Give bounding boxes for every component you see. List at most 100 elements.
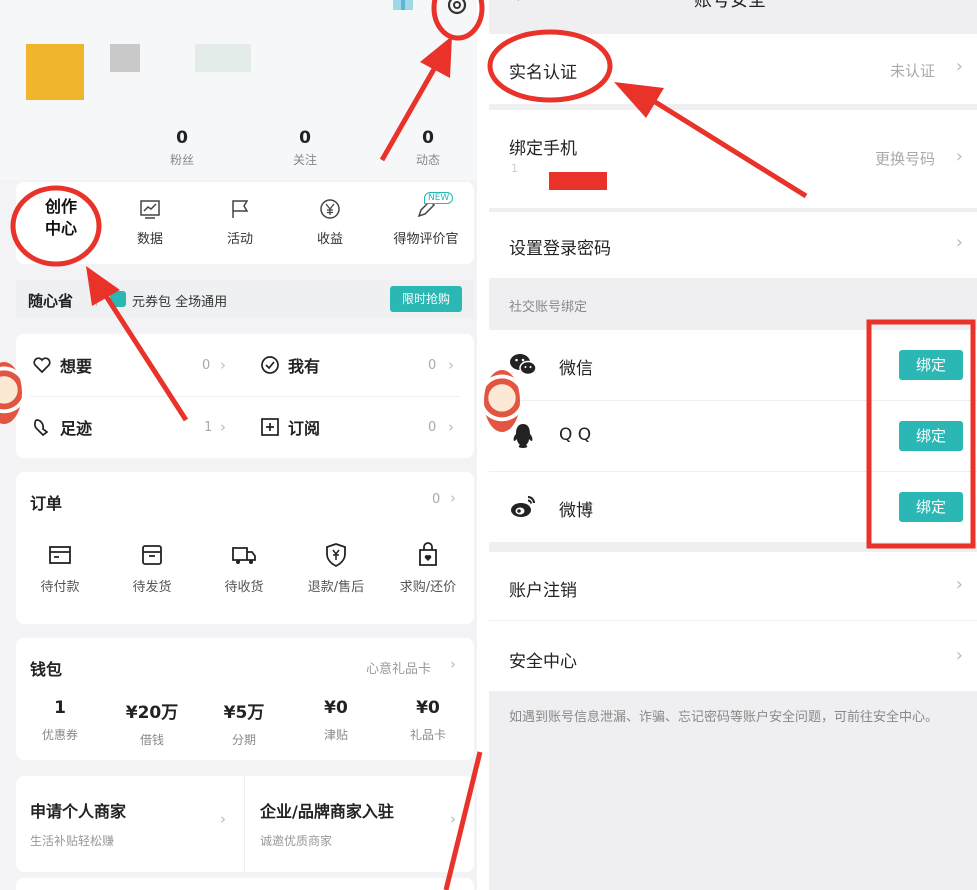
tool-reviewer[interactable]: 得物评价官 bbox=[386, 198, 466, 247]
order-pending-shipment[interactable]: 待发货 bbox=[112, 542, 192, 595]
wallet-loan[interactable]: ¥20万 借钱 bbox=[112, 698, 192, 748]
stat-fans[interactable]: 0 粉丝 bbox=[147, 128, 217, 168]
order-refund[interactable]: 退款/售后 bbox=[296, 542, 376, 595]
wallet-value: 1 bbox=[54, 698, 66, 718]
wallet-gift-card[interactable]: ¥0 礼品卡 bbox=[388, 698, 468, 743]
wechat-icon bbox=[510, 354, 537, 376]
realname-row[interactable]: 实名认证 未认证 › bbox=[489, 34, 977, 104]
avatar[interactable] bbox=[26, 44, 84, 100]
want-count: 0 bbox=[202, 357, 211, 373]
password-label: 设置登录密码 bbox=[509, 239, 611, 259]
chevron-right-icon: › bbox=[220, 356, 226, 374]
enterprise-merchant-title: 企业/品牌商家入驻 bbox=[260, 802, 394, 821]
chevron-right-icon: › bbox=[448, 418, 454, 436]
wallet-label: 分期 bbox=[231, 733, 256, 747]
creator-tools-card: 创作 中心 数据 活动 收益 得物评价官 bbox=[16, 182, 474, 264]
coupon-banner[interactable]: 随心省 元券包 全场通用 限时抢购 bbox=[16, 280, 474, 318]
footprint-icon bbox=[34, 419, 49, 437]
wallet-value: ¥0 bbox=[416, 698, 440, 718]
enterprise-merchant-entry[interactable]: 企业/品牌商家入驻 诚邀优质商家 bbox=[260, 798, 394, 849]
coupon-icon bbox=[110, 291, 126, 307]
bind-qq-button[interactable]: 绑定 bbox=[899, 421, 963, 451]
profile-panel: 0 粉丝 0 关注 0 动态 创作 中心 数据 活动 收益 得物评价官 NEW bbox=[0, 0, 477, 890]
tool-data[interactable]: 数据 bbox=[110, 198, 190, 247]
username-blur bbox=[195, 44, 251, 72]
tool-earnings[interactable]: 收益 bbox=[290, 198, 370, 247]
divider bbox=[96, 292, 97, 306]
next-card-partial bbox=[16, 878, 474, 890]
bind-weibo-button[interactable]: 绑定 bbox=[899, 492, 963, 522]
tool-label: 收益 bbox=[316, 232, 343, 247]
wallet-installment[interactable]: ¥5万 分期 bbox=[204, 698, 284, 748]
tool-label: 活动 bbox=[226, 232, 253, 247]
order-label: 待付款 bbox=[40, 580, 80, 595]
personal-merchant-sub: 生活补贴轻松赚 bbox=[30, 834, 115, 848]
social-section-title: 社交账号绑定 bbox=[509, 300, 588, 315]
wallet-coupon[interactable]: 1 优惠券 bbox=[20, 698, 100, 743]
chevron-right-icon[interactable]: › bbox=[450, 489, 456, 507]
bag-heart-icon bbox=[419, 542, 437, 566]
password-row[interactable]: 设置登录密码 › bbox=[489, 212, 977, 278]
stat-number: 0 bbox=[422, 128, 434, 148]
order-wanted[interactable]: 求购/还价 bbox=[388, 542, 468, 595]
have-item[interactable]: 我有 0 › bbox=[260, 350, 470, 380]
chevron-right-icon: › bbox=[220, 418, 226, 436]
stat-label: 关注 bbox=[292, 153, 317, 167]
gift-card-link[interactable]: 心意礼品卡 bbox=[366, 658, 431, 677]
wallet-title: 钱包 bbox=[30, 660, 63, 679]
footprint-item[interactable]: 足迹 1 › bbox=[32, 412, 242, 442]
phone-redaction bbox=[549, 172, 607, 190]
creator-center-button[interactable]: 创作 中心 bbox=[24, 196, 98, 240]
wallet-label: 借钱 bbox=[139, 733, 164, 747]
realname-status: 未认证 bbox=[889, 62, 935, 80]
enterprise-merchant-sub: 诚邀优质商家 bbox=[260, 834, 333, 848]
tool-label: 数据 bbox=[136, 232, 163, 247]
coupon-title: 随心省 bbox=[28, 292, 74, 310]
gift-icon[interactable] bbox=[390, 0, 416, 12]
truck-icon bbox=[232, 547, 256, 564]
phone-row[interactable]: 绑定手机 更换号码 › 1 bbox=[489, 110, 977, 208]
want-item[interactable]: 想要 0 › bbox=[32, 350, 242, 380]
creator-center-line2: 中心 bbox=[44, 219, 77, 238]
chevron-right-icon[interactable]: › bbox=[450, 655, 456, 673]
wallet-allowance[interactable]: ¥0 津贴 bbox=[296, 698, 376, 743]
wallet-value: ¥0 bbox=[324, 698, 348, 718]
phone-label: 绑定手机 bbox=[509, 139, 577, 159]
subscribe-count: 0 bbox=[428, 419, 437, 435]
qq-label: Q Q bbox=[559, 425, 592, 445]
plus-square-icon bbox=[261, 418, 279, 436]
account-cancel-row[interactable]: 账户注销 › bbox=[489, 552, 977, 620]
divider bbox=[244, 776, 245, 872]
stat-number: 0 bbox=[299, 128, 311, 148]
check-circle-icon bbox=[261, 356, 279, 374]
orders-count: 0 bbox=[432, 492, 441, 507]
chevron-right-icon: › bbox=[955, 232, 963, 253]
bind-wechat-button[interactable]: 绑定 bbox=[899, 350, 963, 380]
wechat-label: 微信 bbox=[559, 359, 593, 379]
weibo-label: 微博 bbox=[559, 501, 593, 521]
order-pending-payment[interactable]: 待付款 bbox=[20, 542, 100, 595]
stat-posts[interactable]: 0 动态 bbox=[393, 128, 463, 168]
subscribe-item[interactable]: 订阅 0 › bbox=[260, 412, 470, 442]
security-center-row[interactable]: 安全中心 › bbox=[489, 621, 977, 691]
weibo-icon bbox=[511, 496, 535, 517]
gear-icon[interactable] bbox=[444, 0, 470, 18]
order-label: 待收货 bbox=[224, 580, 264, 595]
have-label: 我有 bbox=[288, 357, 321, 376]
back-arrow-icon[interactable]: ‹ bbox=[513, 0, 520, 7]
tool-activity[interactable]: 活动 bbox=[200, 198, 280, 247]
stat-following[interactable]: 0 关注 bbox=[270, 128, 340, 168]
phone-number-partial: 1 bbox=[511, 162, 518, 175]
account-security-panel: ‹ 账号安全 实名认证 未认证 › 绑定手机 更换号码 › 1 设置登录密码 ›… bbox=[489, 0, 977, 890]
panel-gap bbox=[477, 0, 489, 890]
orders-card: 订单 0 › 待付款 待发货 待收货 退款/售后 求购/还价 bbox=[16, 472, 474, 624]
scan-icon[interactable] bbox=[26, 0, 52, 12]
personal-merchant-entry[interactable]: 申请个人商家 生活补贴轻松赚 bbox=[30, 798, 126, 849]
realname-label: 实名认证 bbox=[509, 63, 577, 83]
limited-buy-button[interactable]: 限时抢购 bbox=[390, 286, 462, 312]
stat-number: 0 bbox=[176, 128, 188, 148]
order-label: 求购/还价 bbox=[399, 580, 457, 595]
mascot-sticker bbox=[484, 370, 520, 432]
order-pending-receipt[interactable]: 待收货 bbox=[204, 542, 284, 595]
divider bbox=[30, 396, 460, 397]
